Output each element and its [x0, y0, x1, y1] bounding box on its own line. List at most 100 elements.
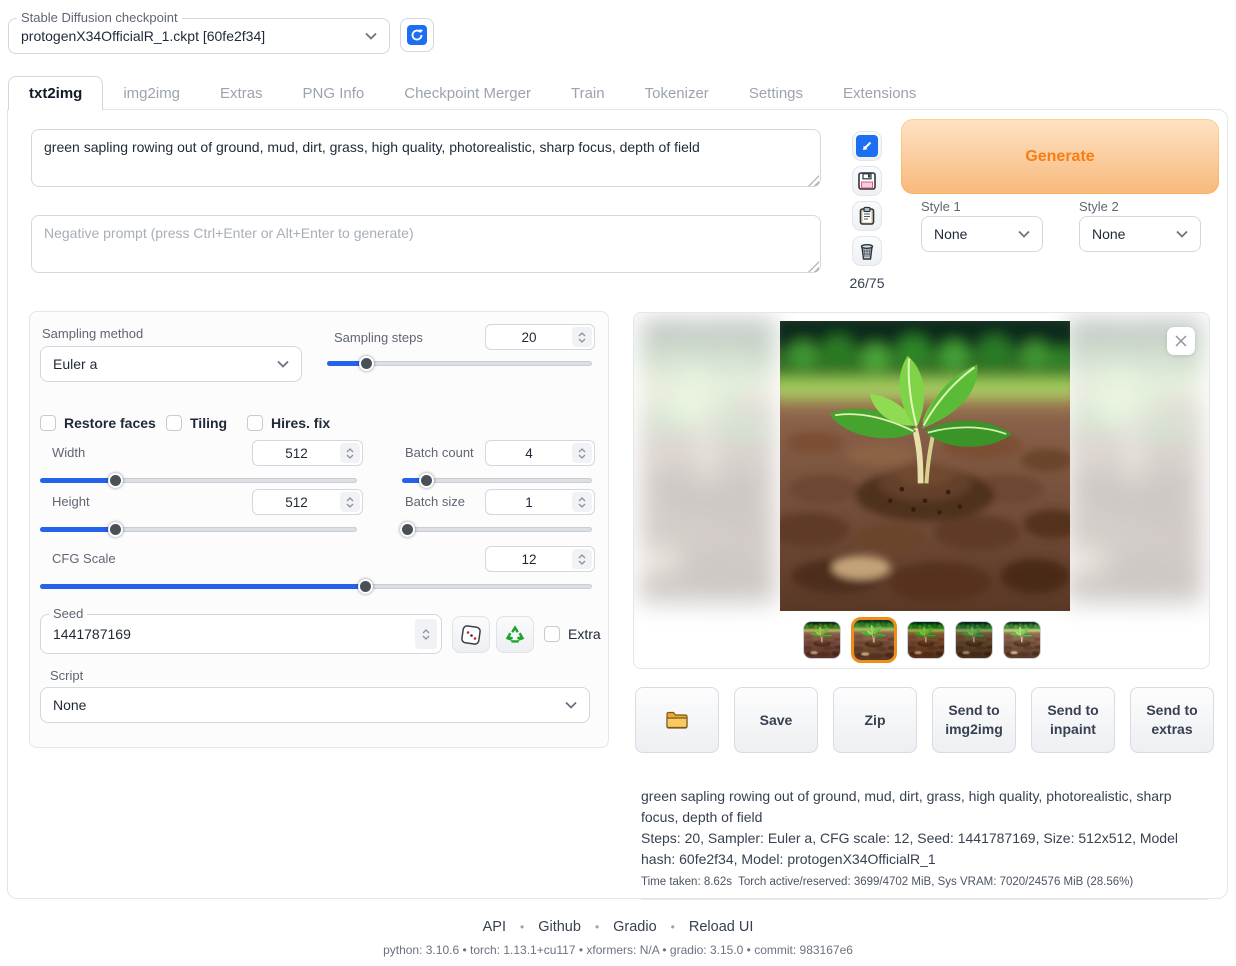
cfg-scale-input[interactable]: 12 — [485, 546, 595, 572]
footer-link-github[interactable]: Github — [538, 919, 581, 935]
tiling-checkbox[interactable]: Tiling — [166, 415, 227, 431]
bullet-separator: • — [671, 920, 675, 934]
output-gallery — [633, 312, 1210, 669]
tab-extensions[interactable]: Extensions — [823, 76, 936, 110]
close-gallery-button[interactable] — [1167, 327, 1195, 355]
tab-train[interactable]: Train — [551, 76, 625, 110]
clear-prompt-button[interactable] — [852, 236, 882, 266]
sampling-steps-label: Sampling steps — [334, 330, 423, 345]
checkbox-icon[interactable] — [166, 415, 182, 431]
height-input[interactable]: 512 — [252, 489, 363, 515]
sampling-method-label: Sampling method — [42, 326, 143, 341]
footer-link-reload-ui[interactable]: Reload UI — [689, 919, 753, 935]
tab-checkpoint-merger[interactable]: Checkpoint Merger — [384, 76, 551, 110]
zip-button[interactable]: Zip — [833, 687, 917, 753]
thumbnail-4[interactable] — [955, 621, 993, 659]
chevron-down-icon — [277, 360, 289, 368]
tab-tokenizer[interactable]: Tokenizer — [625, 76, 729, 110]
save-button[interactable]: Save — [734, 687, 818, 753]
generation-info-performance: Time taken: 8.62s Torch active/reserved:… — [641, 874, 1208, 900]
footer-links: API • Github • Gradio • Reload UI — [0, 919, 1236, 935]
bullet-separator: • — [520, 920, 524, 934]
send-to-inpaint-button[interactable]: Send to inpaint — [1031, 687, 1115, 753]
style2-dropdown[interactable]: None — [1079, 216, 1201, 252]
negative-prompt-input[interactable] — [31, 215, 821, 273]
tab-img2img[interactable]: img2img — [103, 76, 200, 110]
style1-dropdown[interactable]: None — [921, 216, 1043, 252]
cfg-scale-label: CFG Scale — [52, 551, 116, 566]
refresh-checkpoints-button[interactable] — [400, 18, 434, 52]
tab-bar: txt2img img2img Extras PNG Info Checkpoi… — [8, 76, 936, 110]
reuse-seed-button[interactable] — [496, 616, 534, 653]
open-folder-button[interactable] — [635, 687, 719, 753]
stepper-icon[interactable] — [572, 549, 592, 569]
close-icon — [1174, 334, 1188, 348]
generation-info-params: Steps: 20, Sampler: Euler a, CFG scale: … — [641, 828, 1208, 870]
restore-faces-checkbox[interactable]: Restore faces — [40, 415, 156, 431]
send-to-extras-button[interactable]: Send to extras — [1130, 687, 1214, 753]
stepper-icon[interactable] — [572, 443, 592, 463]
send-to-img2img-button[interactable]: Send to img2img — [932, 687, 1016, 753]
checkpoint-dropdown[interactable]: Stable Diffusion checkpoint protogenX34O… — [8, 18, 390, 54]
stepper-icon[interactable] — [340, 443, 360, 463]
checkpoint-label: Stable Diffusion checkpoint — [17, 10, 182, 25]
txt2img-panel: green sapling rowing out of ground, mud,… — [7, 109, 1228, 899]
paste-generation-params-button[interactable] — [852, 131, 882, 161]
thumbnail-2-selected[interactable] — [851, 617, 897, 663]
thumbnail-3[interactable] — [907, 621, 945, 659]
gallery-thumbnails — [634, 615, 1209, 665]
random-seed-button[interactable] — [452, 616, 490, 653]
prompt-input[interactable]: green sapling rowing out of ground, mud,… — [31, 129, 821, 187]
floppy-disk-icon — [857, 171, 877, 191]
thumbnail-5[interactable] — [1003, 621, 1041, 659]
width-slider[interactable] — [40, 473, 357, 488]
height-label: Height — [52, 494, 90, 509]
stepper-icon[interactable] — [340, 492, 360, 512]
generated-image[interactable] — [780, 321, 1070, 611]
checkbox-icon[interactable] — [40, 415, 56, 431]
chevron-down-icon — [565, 701, 577, 709]
script-dropdown[interactable]: None — [40, 687, 590, 723]
tab-settings[interactable]: Settings — [729, 76, 823, 110]
tab-txt2img[interactable]: txt2img — [8, 76, 103, 110]
chevron-down-icon — [365, 32, 377, 40]
sampling-method-dropdown[interactable]: Euler a — [40, 346, 302, 382]
apply-style-button[interactable] — [852, 201, 882, 231]
cfg-scale-slider[interactable] — [40, 579, 592, 594]
trash-icon — [857, 241, 877, 261]
batch-size-slider[interactable] — [402, 522, 592, 537]
token-counter: 26/75 — [849, 275, 884, 291]
height-slider[interactable] — [40, 522, 357, 537]
gallery-blur-right — [1067, 319, 1203, 603]
stepper-icon[interactable] — [572, 492, 592, 512]
footer-link-gradio[interactable]: Gradio — [613, 919, 657, 935]
seed-label: Seed — [49, 606, 87, 621]
thumbnail-1[interactable] — [803, 621, 841, 659]
style2-label: Style 2 — [1079, 199, 1119, 214]
width-input[interactable]: 512 — [252, 440, 363, 466]
save-style-button[interactable] — [852, 166, 882, 196]
batch-count-label: Batch count — [405, 445, 474, 460]
footer-link-api[interactable]: API — [483, 919, 506, 935]
batch-count-input[interactable]: 4 — [485, 440, 595, 466]
checkbox-icon[interactable] — [544, 626, 560, 642]
hires-fix-checkbox[interactable]: Hires. fix — [247, 415, 330, 431]
footer-version-info: python: 3.10.6 • torch: 1.13.1+cu117 • x… — [0, 943, 1236, 957]
bullet-separator: • — [595, 920, 599, 934]
batch-count-slider[interactable] — [402, 473, 592, 488]
extra-seed-checkbox[interactable]: Extra — [544, 626, 601, 642]
checkbox-icon[interactable] — [247, 415, 263, 431]
tab-png-info[interactable]: PNG Info — [283, 76, 385, 110]
sampling-steps-slider[interactable] — [327, 356, 592, 371]
batch-size-input[interactable]: 1 — [485, 489, 595, 515]
stepper-icon[interactable] — [572, 327, 592, 347]
generation-info: green sapling rowing out of ground, mud,… — [641, 786, 1208, 900]
generate-button[interactable]: Generate — [901, 119, 1219, 194]
tab-extras[interactable]: Extras — [200, 76, 283, 110]
checkpoint-value: protogenX34OfficialR_1.ckpt [60fe2f34] — [21, 28, 265, 44]
stepper-icon[interactable] — [415, 619, 437, 649]
script-label: Script — [50, 668, 83, 683]
recycle-icon — [504, 624, 526, 646]
sampling-steps-input[interactable]: 20 — [485, 324, 595, 350]
seed-input[interactable]: Seed 1441787169 — [40, 614, 442, 654]
